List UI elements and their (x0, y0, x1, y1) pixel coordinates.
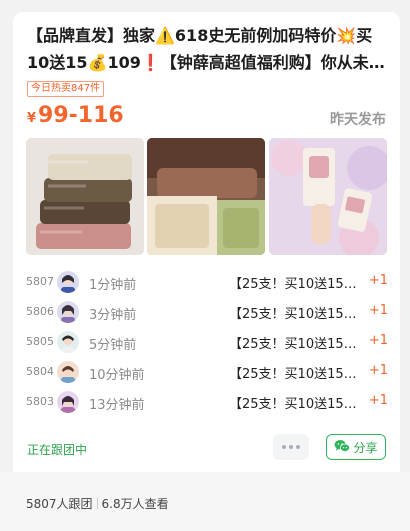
follower-number: 5804 (26, 365, 54, 378)
product-image-gallery (26, 138, 387, 255)
purchased-product: 【25支！买10送15… (229, 277, 357, 292)
share-button[interactable]: 分享 (326, 434, 386, 460)
follower-row[interactable]: 5804 10分钟前 【25支！买10送15… +1 (26, 359, 388, 389)
group-buy-card[interactable]: 【品牌直发】独家⚠️618史无前例加码特价💥买10送15💰109❗【钟薛高超值福… (13, 12, 400, 487)
wechat-icon (334, 438, 351, 457)
view-count: 6.8万人查看 (101, 497, 169, 511)
follower-number: 5803 (26, 395, 54, 408)
follow-time: 5分钟前 (89, 338, 137, 353)
purchased-product: 【25支！买10送15… (229, 337, 357, 352)
purchased-product: 【25支！买10送15… (229, 397, 357, 412)
share-label: 分享 (353, 440, 378, 455)
dot-icon (296, 445, 300, 449)
quantity-count: +1 (368, 333, 388, 348)
stats-footer: 5807人跟团 6.8万人查看 (0, 472, 410, 531)
price-value: 99-116 (38, 103, 124, 128)
dot-icon (282, 445, 286, 449)
joined-count: 5807人跟团 (26, 497, 93, 511)
follow-time: 13分钟前 (89, 398, 145, 413)
avatar (57, 331, 79, 353)
post-title[interactable]: 【品牌直发】独家⚠️618史无前例加码特价💥买10送15💰109❗【钟薛高超值福… (27, 22, 389, 76)
dot-icon (289, 445, 293, 449)
group-stats: 5807人跟团 6.8万人查看 (26, 495, 169, 512)
follow-time: 10分钟前 (89, 368, 145, 383)
quantity-count: +1 (368, 273, 388, 288)
follower-number: 5806 (26, 305, 54, 318)
avatar (57, 391, 79, 413)
purchased-product: 【25支！买10送15… (229, 307, 357, 322)
product-image-2[interactable] (147, 138, 265, 255)
publish-time: 昨天发布 (330, 112, 386, 128)
follow-time: 1分钟前 (89, 278, 137, 293)
hot-sale-badge: 今日热卖847件 (27, 81, 105, 97)
follower-number: 5807 (26, 275, 54, 288)
divider (96, 498, 98, 509)
following-status: 正在跟团中 (27, 443, 88, 457)
follower-number: 5805 (26, 335, 54, 348)
quantity-count: +1 (368, 393, 388, 408)
avatar (57, 271, 79, 293)
follower-row[interactable]: 5807 1分钟前 【25支！买10送15… +1 (26, 269, 388, 299)
follower-row[interactable]: 5805 5分钟前 【25支！买10送15… +1 (26, 329, 388, 359)
avatar (57, 301, 79, 323)
product-image-3[interactable] (269, 138, 387, 255)
quantity-count: +1 (368, 303, 388, 318)
purchased-product: 【25支！买10送15… (229, 367, 357, 382)
follower-row[interactable]: 5806 3分钟前 【25支！买10送15… +1 (26, 299, 388, 329)
follow-time: 3分钟前 (89, 308, 137, 323)
price-range: ¥99-116 (27, 103, 124, 128)
more-options-button[interactable] (273, 434, 309, 460)
follower-row[interactable]: 5803 13分钟前 【25支！买10送15… +1 (26, 389, 388, 419)
quantity-count: +1 (368, 363, 388, 378)
currency-symbol: ¥ (27, 111, 37, 126)
avatar (57, 361, 79, 383)
product-image-1[interactable] (26, 138, 144, 255)
